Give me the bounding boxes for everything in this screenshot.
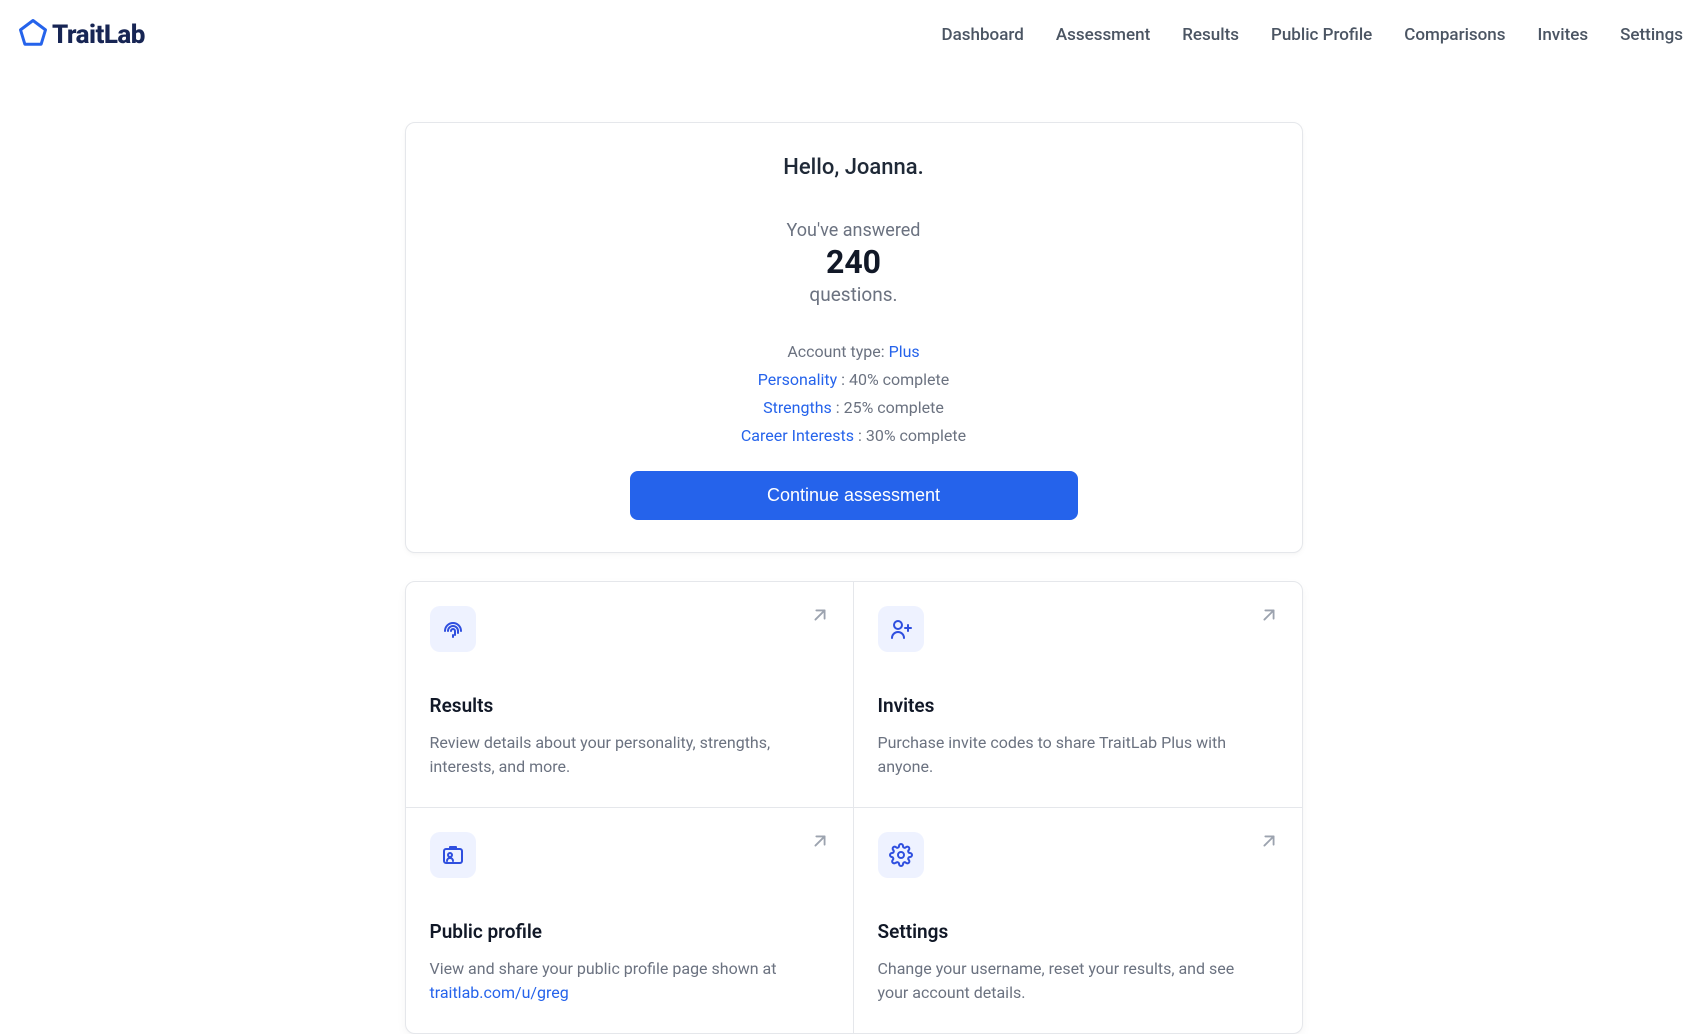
answered-suffix: questions. [430,283,1278,306]
gear-icon [878,832,924,878]
card-settings-desc: Change your username, reset your results… [878,957,1268,1005]
main-nav: Dashboard Assessment Results Public Prof… [942,25,1683,45]
nav-comparisons[interactable]: Comparisons [1404,25,1505,45]
public-profile-url-link[interactable]: traitlab.com/u/greg [430,983,569,1002]
user-plus-icon [878,606,924,652]
arrow-up-right-icon [1258,830,1280,856]
fingerprint-icon [430,606,476,652]
progress-personality-link[interactable]: Personality [758,370,837,389]
nav-public-profile[interactable]: Public Profile [1271,25,1372,45]
hero-card: Hello, Joanna. You've answered 240 quest… [405,122,1303,553]
progress-interests: Career Interests : 30% complete [430,426,1278,445]
nav-dashboard[interactable]: Dashboard [942,25,1024,45]
card-public-profile-title: Public profile [430,920,829,943]
card-results[interactable]: Results Review details about your person… [406,582,854,808]
logo[interactable]: TraitLab [18,18,145,52]
meta-lines: Account type: Plus Personality : 40% com… [430,342,1278,445]
card-invites[interactable]: Invites Purchase invite codes to share T… [854,582,1302,808]
card-results-title: Results [430,694,829,717]
card-public-profile-desc-prefix: View and share your public profile page … [430,959,777,978]
nav-assessment[interactable]: Assessment [1056,25,1150,45]
answered-count: 240 [430,243,1278,281]
account-type-link[interactable]: Plus [889,342,920,361]
continue-assessment-button[interactable]: Continue assessment [630,471,1078,520]
nav-results[interactable]: Results [1182,25,1239,45]
nav-invites[interactable]: Invites [1538,25,1589,45]
card-invites-desc: Purchase invite codes to share TraitLab … [878,731,1268,779]
card-settings-title: Settings [878,920,1278,943]
progress-strengths-link[interactable]: Strengths [763,398,832,417]
card-public-profile-desc: View and share your public profile page … [430,957,820,1005]
site-header: TraitLab Dashboard Assessment Results Pu… [0,0,1707,70]
card-public-profile[interactable]: Public profile View and share your publi… [406,808,854,1033]
arrow-up-right-icon [1258,604,1280,630]
logo-text: TraitLab [52,20,145,50]
nav-settings[interactable]: Settings [1620,25,1683,45]
progress-strengths-suffix: : 25% complete [832,398,944,417]
progress-personality-suffix: : 40% complete [837,370,949,389]
logo-pentagon-icon [18,18,48,52]
id-card-icon [430,832,476,878]
progress-interests-link[interactable]: Career Interests [741,426,854,445]
answered-label: You've answered [430,220,1278,241]
nav-cards-grid: Results Review details about your person… [405,581,1303,1034]
card-results-desc: Review details about your personality, s… [430,731,820,779]
arrow-up-right-icon [809,604,831,630]
account-type-label: Account type: [787,342,888,361]
progress-interests-suffix: : 30% complete [854,426,966,445]
card-settings[interactable]: Settings Change your username, reset you… [854,808,1302,1033]
progress-personality: Personality : 40% complete [430,370,1278,389]
card-invites-title: Invites [878,694,1278,717]
account-type-line: Account type: Plus [430,342,1278,361]
arrow-up-right-icon [809,830,831,856]
greeting: Hello, Joanna. [430,155,1278,180]
progress-strengths: Strengths : 25% complete [430,398,1278,417]
